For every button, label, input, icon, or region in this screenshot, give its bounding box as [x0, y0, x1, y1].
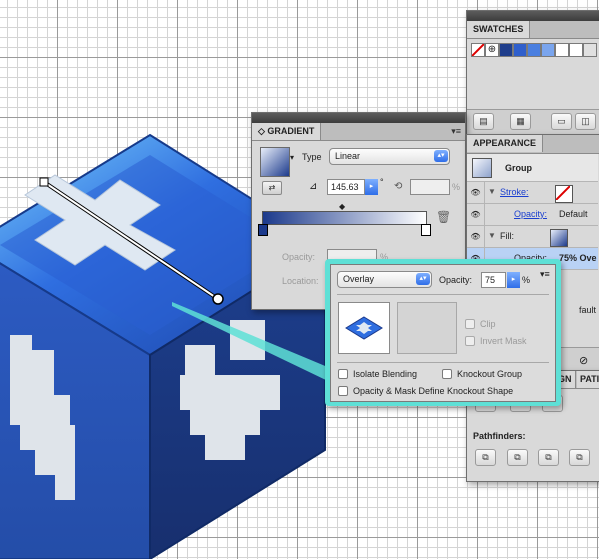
opacity-mask-knockout-checkbox[interactable]	[338, 386, 348, 396]
visibility-eye-icon[interactable]: 👁	[467, 204, 485, 225]
visibility-eye-icon[interactable]: 👁	[467, 182, 485, 203]
degree-symbol: °	[380, 177, 384, 187]
appearance-fill-row[interactable]: 👁 ▼ Fill:	[467, 226, 598, 248]
stroke-swatch[interactable]	[555, 185, 573, 203]
gradient-type-value: Linear	[335, 151, 361, 161]
tab-swatches[interactable]: SWATCHES	[467, 21, 531, 38]
group-thumbnail	[472, 158, 492, 178]
group-label: Group	[505, 163, 532, 173]
gradient-titlebar[interactable]	[252, 113, 465, 123]
isolate-blending-checkbox[interactable]	[338, 369, 348, 379]
clip-checkbox[interactable]	[465, 319, 475, 329]
clear-appearance-icon[interactable]: ⊘	[579, 354, 588, 367]
knockout-group-checkbox[interactable]	[442, 369, 452, 379]
gradient-stop-right[interactable]	[421, 224, 431, 236]
opacity-percent: %	[522, 275, 531, 285]
appearance-stroke-row[interactable]: 👁 ▼ Stroke:	[467, 182, 598, 204]
panel-menu-icon[interactable]: ▾≡	[451, 126, 461, 137]
swatch-none[interactable]	[471, 43, 485, 57]
fill-label: Fill:	[500, 231, 514, 241]
opacity-mask-placeholder[interactable]	[397, 302, 457, 354]
aspect-percent: %	[452, 182, 461, 192]
angle-dropdown-button[interactable]: ▸	[365, 179, 378, 195]
swatch-6[interactable]	[569, 43, 583, 57]
opacity-field[interactable]: 75	[481, 272, 506, 288]
swatches-titlebar[interactable]	[467, 11, 599, 21]
stroke-opacity-label[interactable]: Opacity:	[514, 209, 547, 219]
swatch-3[interactable]	[527, 43, 541, 57]
type-label: Type	[302, 152, 322, 162]
invert-mask-checkbox[interactable]	[465, 336, 475, 346]
tab-pathfinder-partial[interactable]: PATI	[577, 371, 599, 388]
disclosure-triangle-icon[interactable]: ▼	[488, 231, 496, 240]
fill-opacity-value: 75% Ove	[559, 253, 597, 263]
opacity-label: Opacity:	[282, 252, 316, 262]
aspect-ratio-field[interactable]	[410, 179, 450, 195]
appearance-stroke-opacity-row[interactable]: 👁 Opacity: Default	[467, 204, 598, 226]
fill-swatch[interactable]	[550, 229, 568, 247]
opacity-mask-knockout-label: Opacity & Mask Define Knockout Shape	[353, 386, 514, 396]
disclosure-triangle-icon[interactable]: ▼	[488, 187, 496, 196]
stroke-label[interactable]: Stroke:	[500, 187, 529, 197]
appearance-bottom-value: fault	[579, 305, 597, 315]
opacity-slider-button[interactable]: ▸	[507, 272, 520, 288]
swatch-libraries-menu-icon[interactable]: ▤	[473, 113, 494, 130]
swatch-registration[interactable]: ⊕	[485, 43, 499, 57]
delete-stop-icon[interactable]: 🗑	[436, 210, 451, 224]
visibility-eye-icon[interactable]: 👁	[467, 226, 485, 247]
tab-gradient[interactable]: ◇ GRADIENT	[252, 123, 322, 140]
chevron-updown-icon: ▴▾	[434, 150, 448, 162]
swatch-2[interactable]	[513, 43, 527, 57]
clip-label: Clip	[480, 319, 496, 329]
stroke-opacity-value: Default	[559, 209, 588, 219]
invert-mask-label: Invert Mask	[480, 336, 527, 346]
gradient-stop-left[interactable]	[258, 224, 268, 236]
angle-value: 145.63	[331, 182, 359, 192]
transparency-callout-frame: Overlay ▴▾ Opacity: 75 ▸ % ▾≡ Clip Inver…	[325, 259, 561, 406]
new-swatch-icon[interactable]: ◫	[575, 113, 596, 130]
opacity-label: Opacity:	[439, 275, 473, 285]
gradient-type-select[interactable]: Linear ▴▾	[329, 148, 450, 165]
pathfinder-merge-icon[interactable]: ⧉	[538, 449, 559, 466]
gradient-midpoint-icon[interactable]: ◆	[339, 202, 345, 211]
swatch-5[interactable]	[555, 43, 569, 57]
swatch-7[interactable]	[583, 43, 597, 57]
knockout-group-label: Knockout Group	[457, 369, 523, 379]
swatch-4[interactable]	[541, 43, 555, 57]
angle-icon: ⊿	[309, 181, 318, 192]
popup-menu-icon[interactable]: ▾≡	[540, 269, 550, 280]
aspect-ratio-icon: ⟲	[394, 181, 403, 192]
gradient-swatch-dropdown-icon[interactable]: ▾	[290, 153, 294, 162]
tab-gradient-label: GRADIENT	[267, 126, 315, 136]
angle-field[interactable]: 145.63	[327, 179, 365, 195]
gradient-preview-swatch[interactable]	[260, 147, 290, 177]
isolate-blending-label: Isolate Blending	[353, 369, 418, 379]
chevron-updown-icon: ▴▾	[416, 273, 430, 285]
gradient-annotator-end[interactable]	[212, 293, 224, 305]
pathfinder-crop-icon[interactable]: ⧉	[569, 449, 590, 466]
pathfinder-trim-icon[interactable]: ⧉	[507, 449, 528, 466]
gradient-annotator-start[interactable]	[39, 177, 49, 187]
transparency-popup: Overlay ▴▾ Opacity: 75 ▸ % ▾≡ Clip Inver…	[330, 264, 556, 402]
blend-mode-select[interactable]: Overlay ▴▾	[337, 271, 432, 288]
swatches-panel: SWATCHES ⊕ ▤ ▦ ▭ ◫	[466, 10, 599, 136]
show-swatch-kinds-icon[interactable]: ▦	[510, 113, 531, 130]
location-label: Location:	[282, 276, 319, 286]
appearance-group-row[interactable]: Group	[467, 154, 598, 182]
reverse-gradient-button[interactable]: ⇄	[262, 181, 282, 195]
swatch-options-icon[interactable]: ▭	[551, 113, 572, 130]
opacity-value: 75	[485, 275, 496, 285]
gradient-slider[interactable]	[262, 211, 427, 225]
tab-appearance[interactable]: APPEARANCE	[467, 135, 544, 152]
blend-mode-value: Overlay	[343, 274, 375, 284]
swatch-1[interactable]	[499, 43, 513, 57]
pathfinder-divide-icon[interactable]: ⧉	[475, 449, 496, 466]
pathfinders-label: Pathfinders:	[473, 431, 526, 441]
object-thumbnail	[338, 302, 390, 354]
